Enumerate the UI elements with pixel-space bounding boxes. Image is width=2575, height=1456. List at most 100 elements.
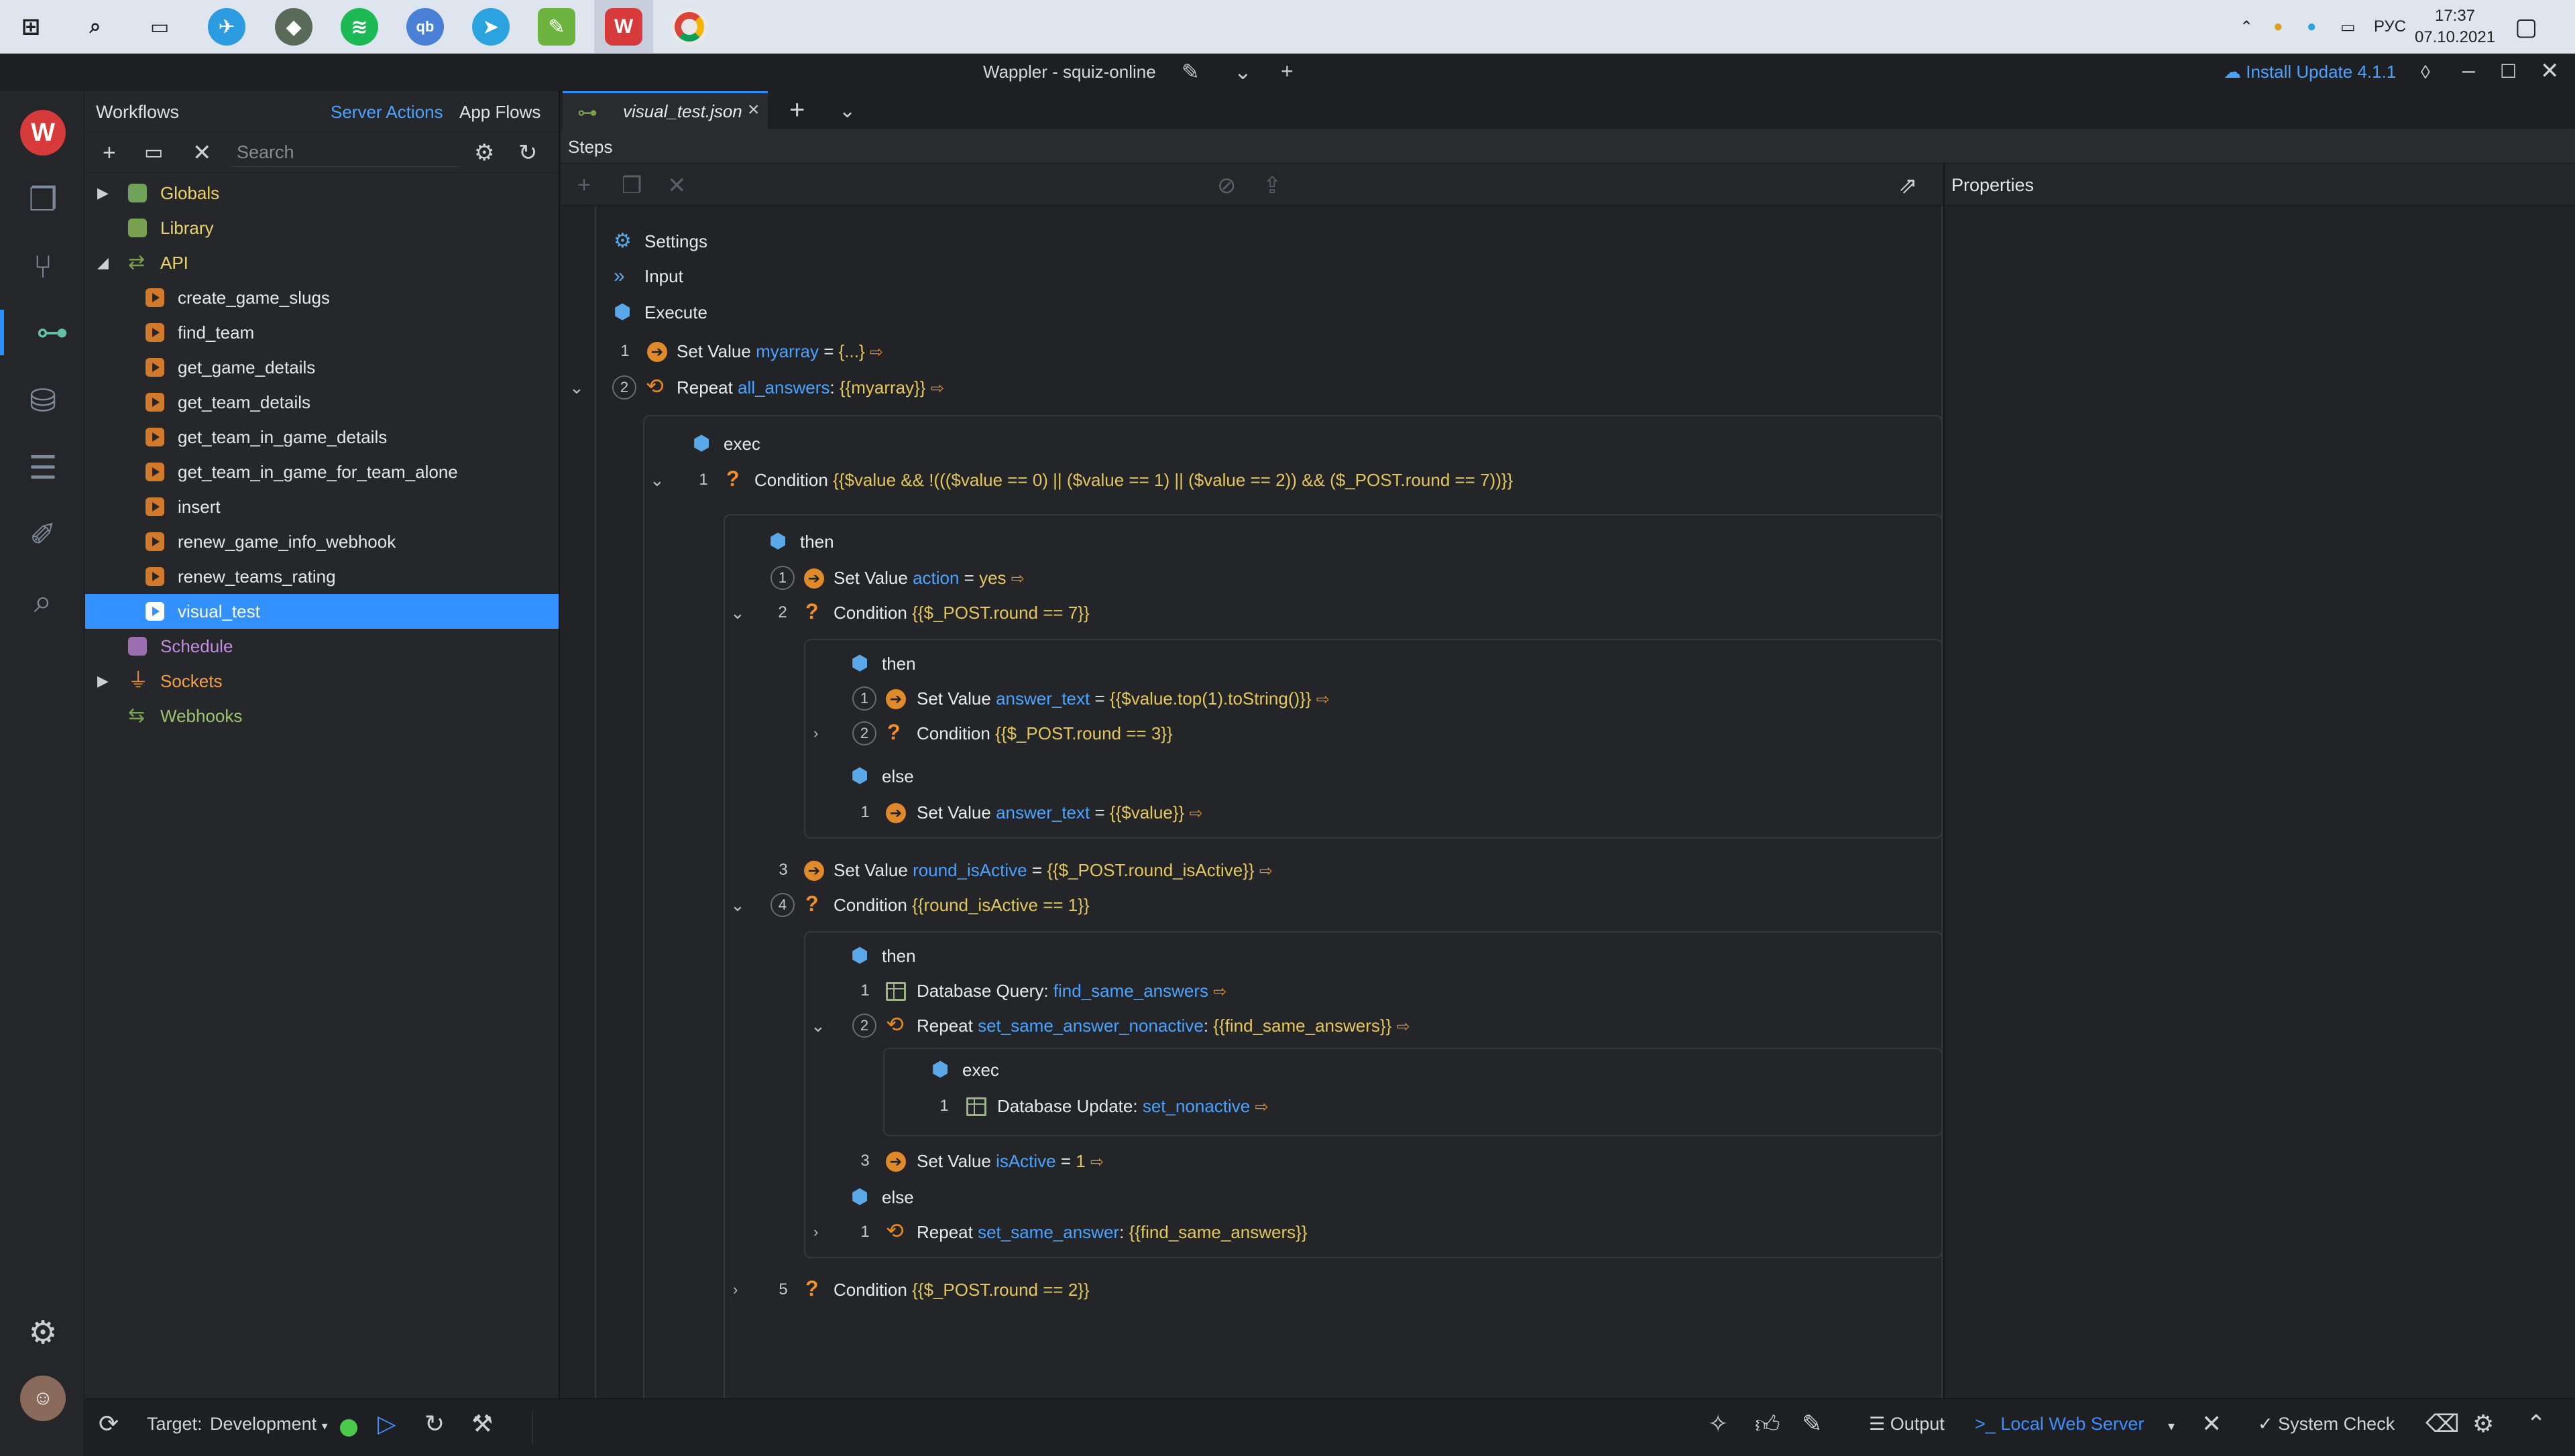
- tree-item-api-action[interactable]: get_team_in_game_for_team_alone: [85, 454, 559, 489]
- resources-icon[interactable]: ✐: [20, 512, 66, 558]
- tree-item-api-action[interactable]: get_team_details: [85, 385, 559, 420]
- system-check-button[interactable]: ✓ System Check: [2258, 1414, 2395, 1435]
- add-project-icon[interactable]: +: [1281, 59, 1294, 84]
- tree-item-api-action[interactable]: renew_teams_rating: [85, 559, 559, 594]
- ai-sparkle-icon[interactable]: ✧: [1708, 1410, 1728, 1438]
- qbittorrent-icon[interactable]: qb: [406, 8, 444, 46]
- expand-arrow-icon[interactable]: ▶: [97, 664, 109, 699]
- project-dropdown-icon[interactable]: ⌄: [1234, 59, 1252, 84]
- step-database-update[interactable]: 1 Database Update: set_nonactive ⇨: [561, 1089, 1902, 1123]
- tray-shield-icon[interactable]: ●: [2273, 0, 2283, 54]
- disable-step-icon[interactable]: ⊘: [1217, 172, 1237, 199]
- edit-project-icon[interactable]: ✎: [1182, 59, 1200, 84]
- copy-step-icon[interactable]: ❐: [622, 172, 642, 199]
- wappler-logo-icon[interactable]: W: [20, 110, 66, 156]
- chrome-icon[interactable]: [671, 8, 708, 46]
- expand-chevron-icon[interactable]: ›: [813, 717, 818, 750]
- tree-item-schedule[interactable]: Schedule: [85, 629, 559, 664]
- minimize-icon[interactable]: –: [2462, 58, 2475, 84]
- tree-item-api-action[interactable]: find_team: [85, 315, 559, 350]
- close-tab-icon[interactable]: ×: [748, 99, 760, 121]
- tabs-dropdown-icon[interactable]: ⌄: [839, 99, 856, 123]
- local-web-server-button[interactable]: >_ Local Web Server: [1975, 1414, 2144, 1435]
- tab-app-flows[interactable]: App Flows: [459, 102, 540, 123]
- refresh-icon[interactable]: ⟳: [99, 1410, 119, 1438]
- close-window-icon[interactable]: ✕: [2540, 58, 2560, 84]
- build-hammer-icon[interactable]: ⚒: [471, 1410, 493, 1438]
- drop-icon[interactable]: ◊: [2421, 62, 2430, 83]
- collapse-arrow-icon[interactable]: ◢: [97, 245, 109, 280]
- tray-chevron-icon[interactable]: ⌃: [2240, 0, 2253, 54]
- avatar[interactable]: ☺: [20, 1376, 66, 1421]
- messenger-app-icon[interactable]: ✈: [208, 8, 245, 46]
- tree-item-sockets[interactable]: ▶ ⏚ Sockets: [85, 664, 559, 699]
- search-activity-icon[interactable]: ⌕: [20, 579, 66, 625]
- collapse-chevron-icon[interactable]: ⌄: [650, 463, 665, 497]
- add-folder-icon[interactable]: ▭: [144, 140, 163, 166]
- step-set-value[interactable]: 1 ➔ Set Value answer_text = {{$value.top…: [561, 682, 1902, 715]
- install-update-button[interactable]: ☁ Install Update 4.1.1: [2224, 62, 2396, 82]
- pages-icon[interactable]: ❐: [20, 177, 66, 223]
- search-icon[interactable]: ⌕: [76, 8, 114, 46]
- windows-start-icon[interactable]: ⊞: [12, 8, 50, 46]
- telegram-icon[interactable]: ➤: [472, 8, 510, 46]
- step-set-value[interactable]: 1 ➔ Set Value action = yes ⇨: [561, 561, 1902, 595]
- expand-chevron-icon[interactable]: ›: [733, 1273, 738, 1307]
- tree-item-api-action[interactable]: get_game_details: [85, 350, 559, 385]
- target-select[interactable]: Development ▾: [210, 1414, 328, 1435]
- step-condition[interactable]: › 5 ? Condition {{$_POST.round == 2}}: [561, 1273, 1902, 1307]
- debug-bug-icon[interactable]: ⚙: [2472, 1410, 2494, 1438]
- refresh-icon[interactable]: ↻: [518, 140, 538, 166]
- expand-panel-icon[interactable]: ⌃: [2526, 1410, 2546, 1438]
- git-icon[interactable]: ⑂: [20, 244, 66, 290]
- tray-telegram-icon[interactable]: ●: [2307, 0, 2317, 54]
- step-set-value[interactable]: 3 ➔ Set Value isActive = 1 ⇨: [561, 1144, 1902, 1178]
- workflows-icon[interactable]: ⊶: [0, 310, 84, 355]
- settings-gear-icon[interactable]: ⚙: [20, 1310, 66, 1355]
- tree-item-api-action-selected[interactable]: visual_test: [85, 594, 559, 629]
- wappler-taskbar-icon[interactable]: W: [594, 0, 653, 54]
- tree-item-api-action[interactable]: create_game_slugs: [85, 280, 559, 315]
- app-icon[interactable]: ◆: [275, 8, 312, 46]
- tray-battery-icon[interactable]: ▭: [2340, 0, 2356, 54]
- notification-center-icon[interactable]: ▢: [2515, 0, 2537, 54]
- step-condition[interactable]: › 2 ? Condition {{$_POST.round == 3}}: [561, 717, 1902, 750]
- language-indicator[interactable]: РУС: [2374, 0, 2406, 54]
- tree-item-library[interactable]: Library: [85, 210, 559, 245]
- thumbs-up-icon[interactable]: 👍︎: [1755, 1410, 1780, 1439]
- spotify-icon[interactable]: ≋: [341, 8, 378, 46]
- step-set-value[interactable]: 1 ➔ Set Value myarray = {...} ⇨: [561, 335, 1902, 368]
- tree-item-webhooks[interactable]: ⇆ Webhooks: [85, 699, 559, 733]
- collapse-chevron-icon[interactable]: ⌄: [730, 596, 745, 629]
- step-repeat[interactable]: › 1 ⟲ Repeat set_same_answer: {{find_sam…: [561, 1215, 1902, 1249]
- collapse-chevron-icon[interactable]: ⌄: [811, 1009, 825, 1042]
- tree-item-api-action[interactable]: get_team_in_game_details: [85, 420, 559, 454]
- notepad-app-icon[interactable]: ✎: [538, 8, 575, 46]
- restart-icon[interactable]: ↻: [424, 1410, 445, 1438]
- output-button[interactable]: ☰ Output: [1869, 1414, 1945, 1435]
- tree-item-api[interactable]: ◢ ⇄ API: [85, 245, 559, 280]
- output-step-icon[interactable]: ⇪: [1263, 172, 1282, 199]
- eraser-icon[interactable]: ⌫: [2425, 1410, 2460, 1438]
- play-icon[interactable]: ▷: [378, 1410, 396, 1438]
- step-condition[interactable]: ⌄ 4 ? Condition {{round_isActive == 1}}: [561, 888, 1902, 922]
- step-repeat[interactable]: ⌄ 2 ⟲ Repeat all_answers: {{myarray}} ⇨: [561, 371, 1902, 404]
- tree-item-api-action[interactable]: insert: [85, 489, 559, 524]
- tree-item-api-action[interactable]: renew_game_info_webhook: [85, 524, 559, 559]
- taskbar-clock[interactable]: 17:37 07.10.2021: [2411, 5, 2499, 48]
- expand-chevron-icon[interactable]: ›: [813, 1215, 818, 1249]
- step-set-value[interactable]: 3 ➔ Set Value round_isActive = {{$_POST.…: [561, 853, 1902, 887]
- server-dropdown-icon[interactable]: ▾: [2168, 1418, 2175, 1435]
- step-condition[interactable]: ⌄ 1 ? Condition {{$value && !((($value =…: [561, 463, 1902, 497]
- maximize-icon[interactable]: ☐: [2500, 60, 2517, 82]
- collapse-chevron-icon[interactable]: ⌄: [569, 371, 584, 404]
- task-view-icon[interactable]: ▭: [141, 8, 178, 46]
- brush-icon[interactable]: ✎: [1802, 1410, 1822, 1438]
- collapse-chevron-icon[interactable]: ⌄: [730, 888, 745, 922]
- tab-visual-test[interactable]: ⊶ visual_test.json ×: [563, 91, 768, 129]
- database-icon[interactable]: ⛁: [20, 378, 66, 424]
- delete-step-icon[interactable]: ✕: [667, 172, 687, 199]
- step-condition[interactable]: ⌄ 2 ? Condition {{$_POST.round == 7}}: [561, 596, 1902, 629]
- search-input[interactable]: [231, 139, 459, 167]
- step-set-value[interactable]: 1 ➔ Set Value answer_text = {{$value}} ⇨: [561, 796, 1902, 829]
